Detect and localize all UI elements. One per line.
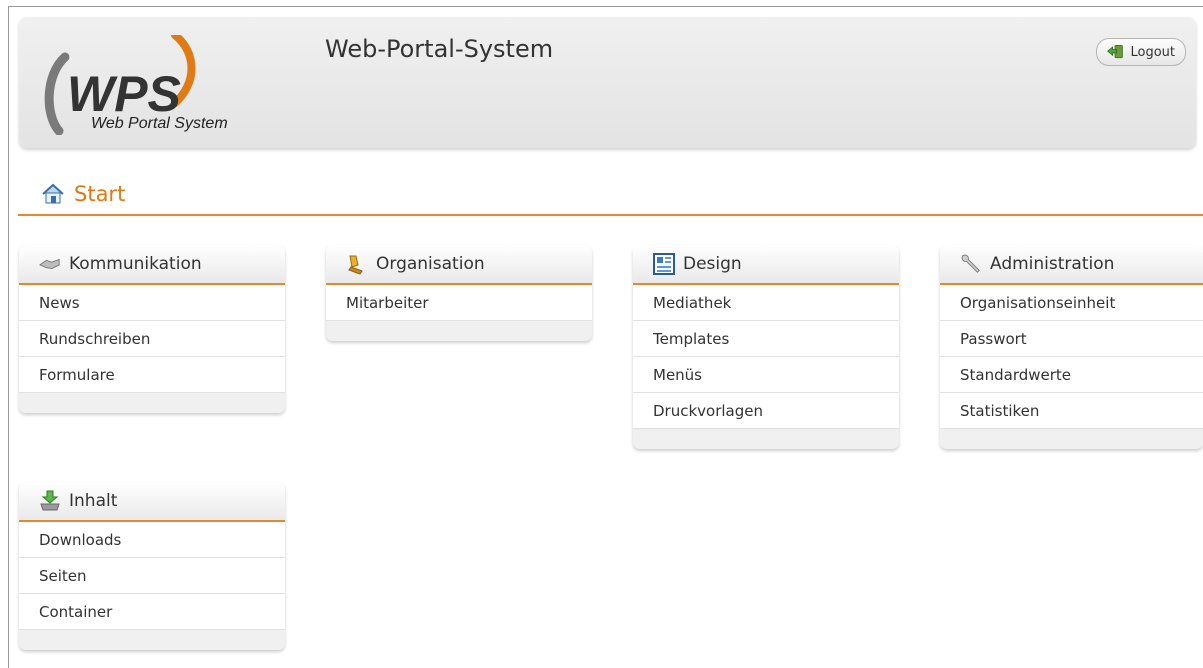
panel-header: Design <box>633 245 899 285</box>
layout-icon <box>653 253 675 275</box>
panel-header: Kommunikation <box>19 245 285 285</box>
wrench-icon <box>961 254 980 273</box>
panel-header: Inhalt <box>19 482 285 522</box>
menu-item-mediathek[interactable]: Mediathek <box>633 285 899 321</box>
logo-text: WPS <box>67 66 181 122</box>
breadcrumb-divider <box>18 214 1203 216</box>
menu-item-formulare[interactable]: Formulare <box>19 357 285 393</box>
menu-item-downloads[interactable]: Downloads <box>19 522 285 558</box>
panel-footer <box>326 321 592 341</box>
panel-header: Administration <box>940 245 1203 285</box>
logout-button[interactable]: Logout <box>1096 38 1186 66</box>
menu-item-menues[interactable]: Menüs <box>633 357 899 393</box>
stamp-icon <box>348 255 363 275</box>
site-title: Web-Portal-System <box>325 35 554 63</box>
menu-item-rundschreiben[interactable]: Rundschreiben <box>19 321 285 357</box>
menu-item-templates[interactable]: Templates <box>633 321 899 357</box>
menu-item-container[interactable]: Container <box>19 594 285 630</box>
menu-item-standardwerte[interactable]: Standardwerte <box>940 357 1203 393</box>
panel-footer <box>940 429 1203 449</box>
panel-title: Kommunikation <box>69 254 202 274</box>
logout-icon <box>1107 45 1124 59</box>
panel-footer <box>19 393 285 413</box>
logout-label: Logout <box>1130 44 1175 60</box>
handshake-icon <box>39 258 60 270</box>
panel-title: Administration <box>990 254 1115 274</box>
breadcrumb-start[interactable]: Start <box>74 182 125 206</box>
menu-item-druckvorlagen[interactable]: Druckvorlagen <box>633 393 899 429</box>
page-header: WPS Web Portal System Web-Portal-System … <box>19 17 1196 148</box>
panel-administration: Administration Organisationseinheit Pass… <box>940 245 1203 449</box>
panel-organisation: Organisation Mitarbeiter <box>326 245 592 341</box>
breadcrumb: Start <box>40 182 125 206</box>
panel-footer <box>19 630 285 650</box>
logo-subtitle: Web Portal System <box>91 115 228 132</box>
panel-title: Inhalt <box>69 491 118 511</box>
panel-footer <box>633 429 899 449</box>
menu-item-news[interactable]: News <box>19 285 285 321</box>
menu-item-seiten[interactable]: Seiten <box>19 558 285 594</box>
panel-title: Organisation <box>376 254 485 274</box>
menu-item-passwort[interactable]: Passwort <box>940 321 1203 357</box>
panel-inhalt: Inhalt Downloads Seiten Container <box>19 482 285 650</box>
panel-header: Organisation <box>326 245 592 285</box>
panel-kommunikation: Kommunikation News Rundschreiben Formula… <box>19 245 285 413</box>
panel-title: Design <box>683 254 742 274</box>
download-tray-icon <box>40 490 60 511</box>
home-icon[interactable] <box>40 183 66 205</box>
menu-item-mitarbeiter[interactable]: Mitarbeiter <box>326 285 592 321</box>
panel-design: Design Mediathek Templates Menüs Druckvo… <box>633 245 899 449</box>
menu-item-organisationseinheit[interactable]: Organisationseinheit <box>940 285 1203 321</box>
menu-item-statistiken[interactable]: Statistiken <box>940 393 1203 429</box>
